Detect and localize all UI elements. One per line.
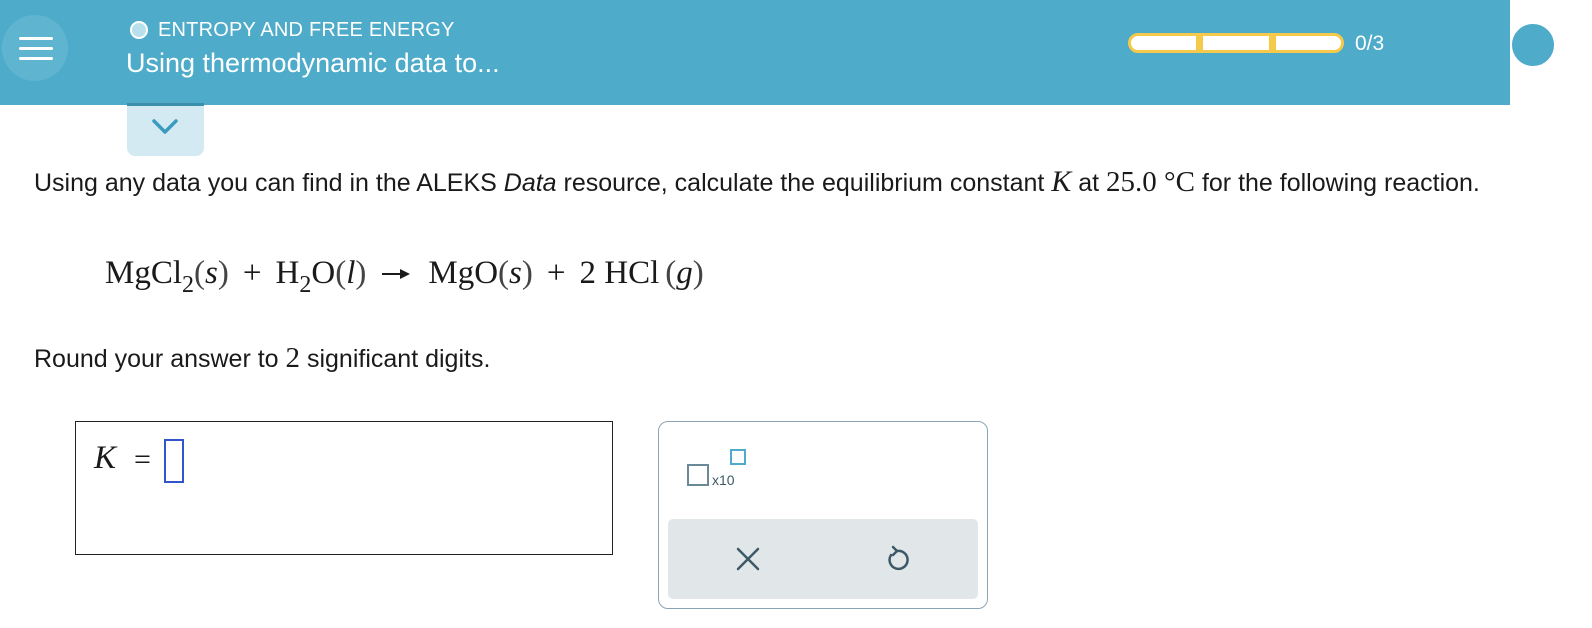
profile-button[interactable] [1510, 22, 1556, 68]
question-text: Using any data you can find in the ALEKS… [34, 164, 1589, 201]
header-bar: ENTROPY AND FREE ENERGY Using thermodyna… [0, 0, 1556, 105]
progress-segment [1131, 36, 1204, 50]
close-icon [736, 547, 760, 571]
chevron-down-icon [152, 119, 178, 134]
base-box-icon [687, 464, 709, 486]
reaction-equation: MgCl 2(s) + H 2 O(l) MgO(s) + 2 HCl(g) [105, 255, 704, 298]
k-symbol: K [1051, 165, 1072, 198]
tool-actions-bar [668, 519, 978, 599]
state-label: g [676, 255, 693, 291]
progress-segment [1276, 36, 1341, 50]
topic-row: ENTROPY AND FREE ENERGY [130, 18, 455, 42]
progress-count: 0/3 [1355, 32, 1385, 55]
question-text-part: at [1071, 169, 1107, 197]
state-label: s [205, 255, 218, 291]
significant-digits-value: 2 [285, 342, 301, 374]
temperature-value: 25.0 °C [1106, 166, 1195, 198]
undo-icon [888, 545, 909, 571]
answer-variable: K [94, 440, 117, 476]
product-formula: 2 HCl [579, 255, 660, 291]
instruction-text: significant digits. [300, 345, 491, 373]
state-label: l [346, 255, 356, 291]
reactant-formula: MgCl [105, 255, 183, 291]
times-ten-label: x10 [712, 472, 735, 488]
scientific-notation-button[interactable]: x10 [687, 449, 759, 493]
progress-segment [1203, 36, 1276, 50]
menu-button[interactable] [2, 15, 68, 81]
question-text-part: resource, calculate the equilibrium cons… [556, 169, 1052, 197]
reactant-formula: H [275, 255, 300, 291]
page-title: Using thermodynamic data to... [126, 48, 500, 78]
question-text-part: for the following reaction. [1195, 169, 1480, 197]
plus-sign: + [242, 255, 262, 291]
math-tools-panel: x10 [658, 421, 988, 609]
rounding-instruction: Round your answer to 2 significant digit… [34, 340, 490, 377]
clear-button[interactable] [730, 541, 766, 577]
question-text-part: Using any data you can find in the ALEKS [34, 169, 504, 197]
instruction-text: Round your answer to [34, 345, 286, 373]
answer-box: K = [75, 421, 613, 555]
equals-sign: = [134, 443, 151, 476]
topic-status-icon [130, 21, 148, 39]
progress-bar [1128, 33, 1344, 53]
topic-label: ENTROPY AND FREE ENERGY [158, 18, 455, 41]
product-formula: MgO [428, 255, 499, 291]
data-resource-link[interactable]: Data [504, 169, 557, 197]
state-label: s [509, 255, 522, 291]
reaction-arrow-icon [382, 269, 411, 279]
exponent-box-icon [730, 449, 746, 465]
collapse-header-button[interactable] [127, 103, 204, 156]
answer-input[interactable] [164, 439, 184, 483]
hamburger-menu-icon [19, 37, 53, 40]
plus-sign: + [546, 255, 566, 291]
hamburger-menu-icon [19, 47, 53, 50]
undo-button[interactable] [880, 541, 916, 577]
reactant-formula: O [311, 255, 336, 291]
hamburger-menu-icon [19, 57, 53, 60]
